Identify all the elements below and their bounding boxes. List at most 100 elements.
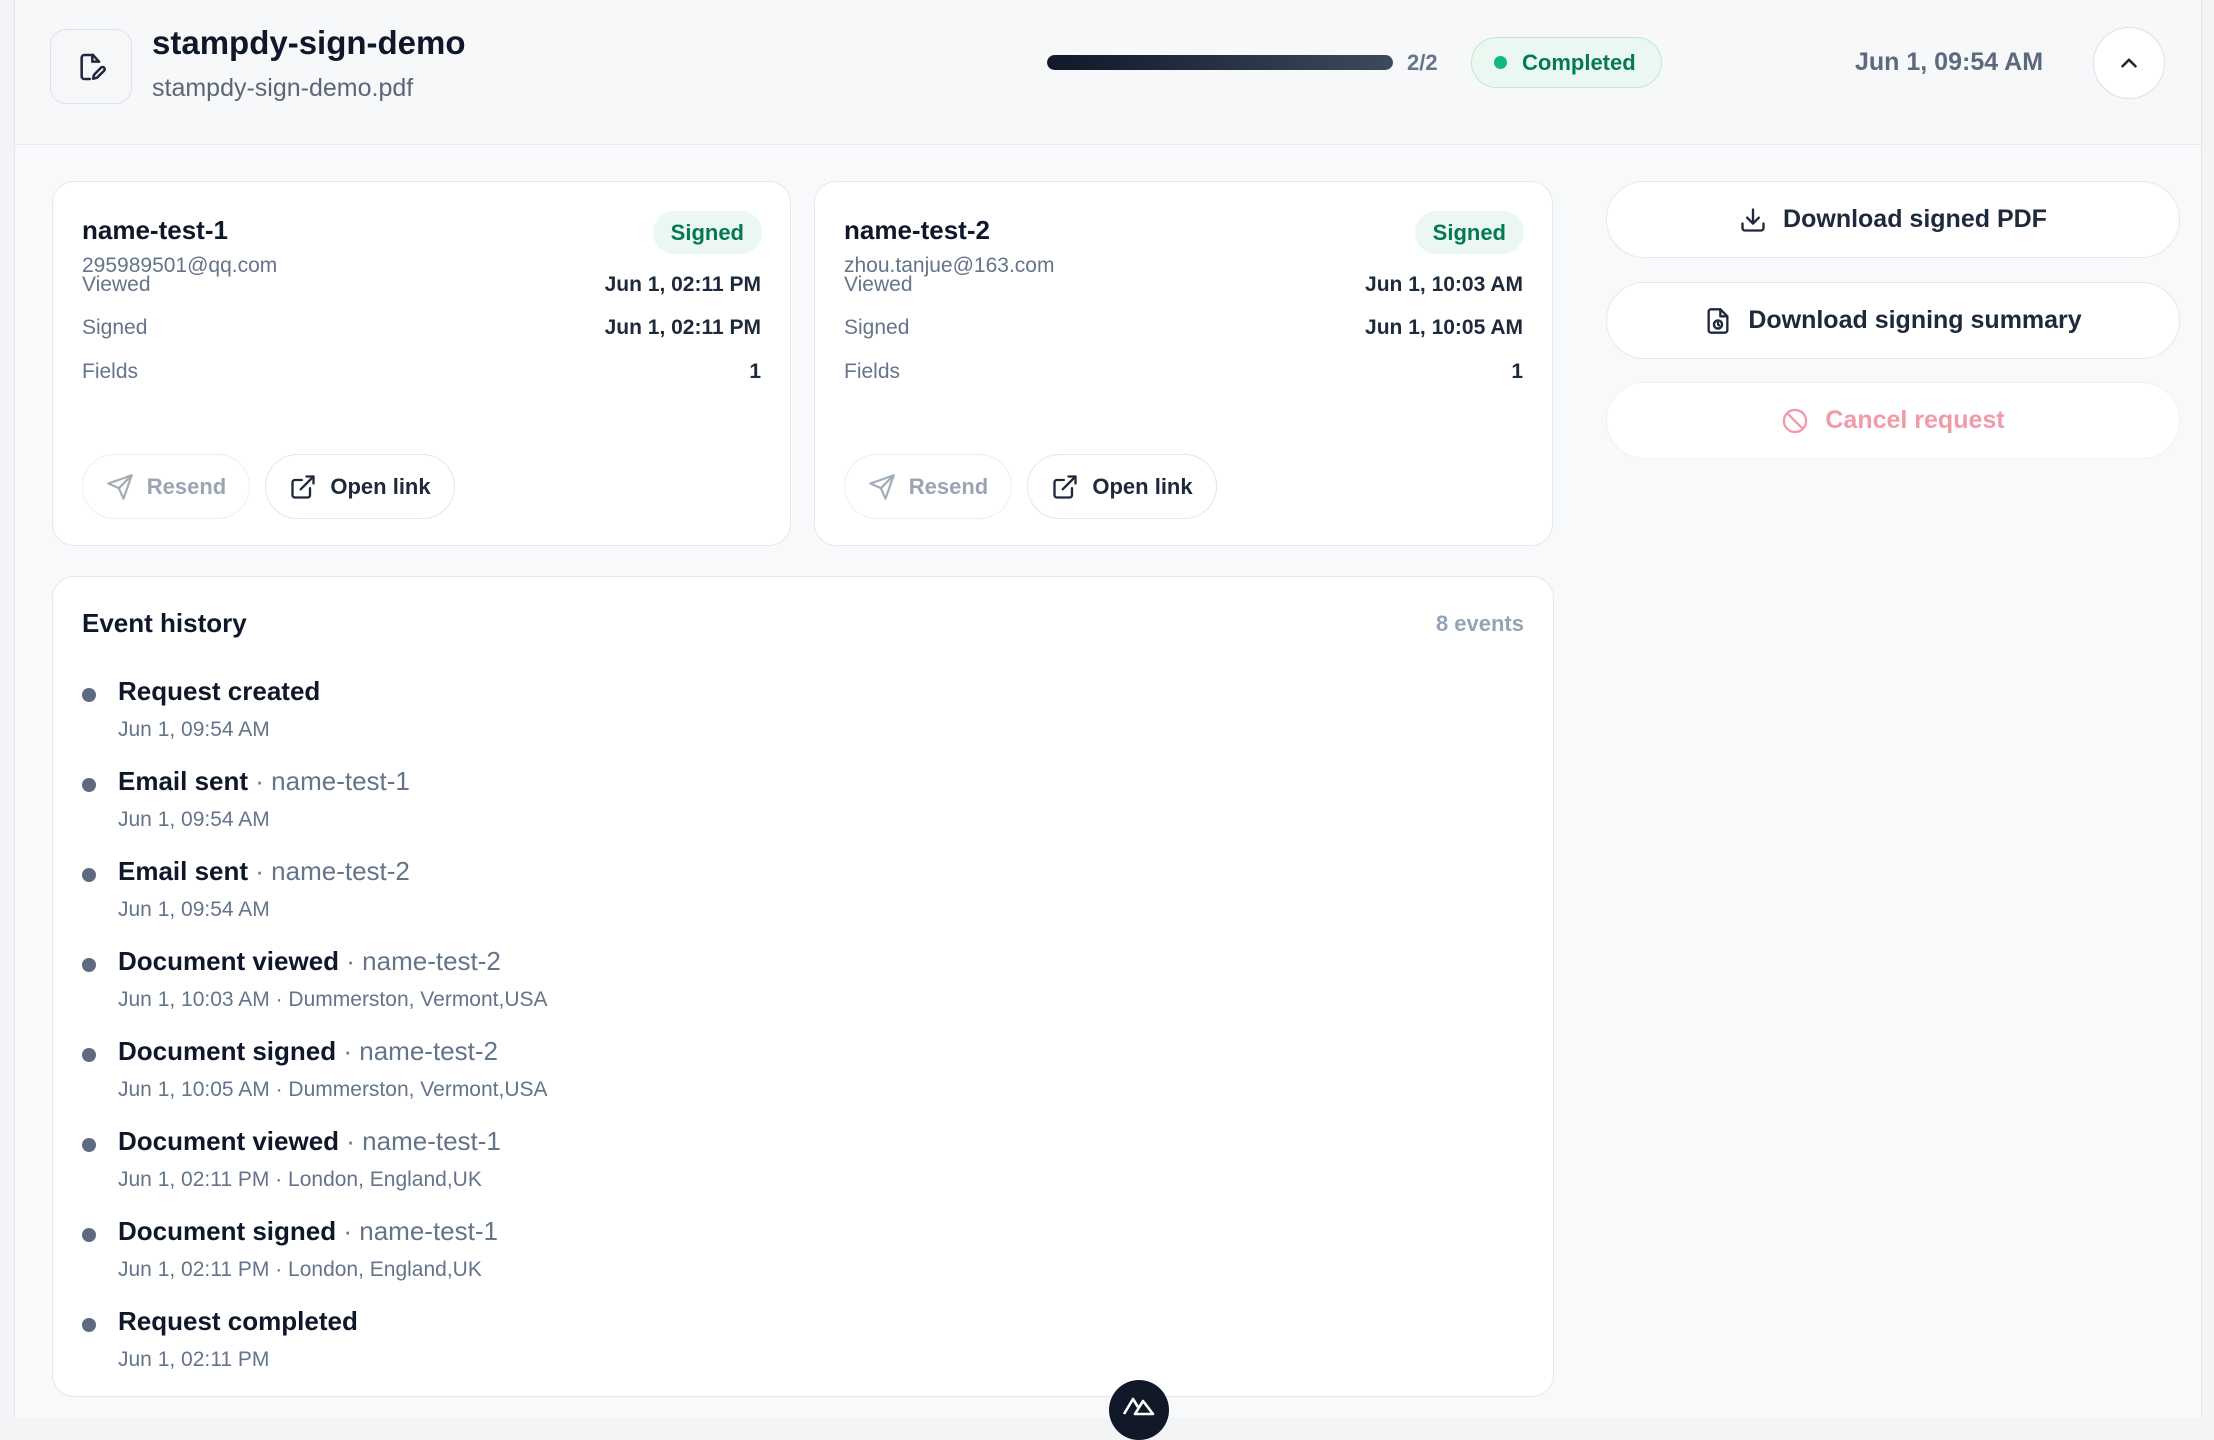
open-link-button[interactable]: Open link (265, 454, 455, 519)
event-heading: Document signed · name-test-1 (118, 1216, 498, 1247)
timeline-dot-icon (82, 778, 96, 792)
event-actor: name-test-1 (359, 1216, 498, 1246)
signer-name: name-test-2 (844, 215, 990, 245)
signer-card: name-test-2 zhou.tanjue@163.com Signed V… (814, 181, 1553, 546)
timeline-dot-icon (82, 688, 96, 702)
fields-value: 1 (749, 360, 761, 383)
timeline-dot-icon (82, 1048, 96, 1062)
request-date: Jun 1, 09:54 AM (1855, 48, 2044, 76)
event-heading: Document signed · name-test-2 (118, 1036, 498, 1067)
event-meta: Jun 1, 02:11 PM (118, 1348, 270, 1371)
viewed-row: Viewed Jun 1, 02:11 PM (82, 270, 761, 300)
fields-value: 1 (1511, 360, 1523, 383)
event-item: Document signed · name-test-1 Jun 1, 02:1… (82, 1216, 1482, 1296)
resend-button[interactable]: Resend (844, 454, 1012, 519)
signing-progress-count: 2/2 (1407, 50, 1438, 75)
event-title: Document signed (118, 1036, 337, 1066)
event-heading: Document viewed · name-test-1 (118, 1126, 501, 1157)
viewed-value: Jun 1, 02:11 PM (604, 273, 761, 296)
event-separator: · (248, 856, 272, 886)
send-icon (106, 473, 133, 500)
chevron-up-icon (2121, 58, 2137, 68)
event-meta: Jun 1, 10:05 AM · Dummerston, Vermont,US… (118, 1078, 548, 1101)
signed-row: Signed Jun 1, 10:05 AM (844, 313, 1523, 343)
signed-value: Jun 1, 02:11 PM (604, 316, 761, 339)
timeline-dot-icon (82, 868, 96, 882)
viewed-value: Jun 1, 10:03 AM (1365, 273, 1523, 296)
event-separator: · (339, 1126, 363, 1156)
event-history-title: Event history (82, 608, 247, 638)
event-item: Document signed · name-test-2 Jun 1, 10:0… (82, 1036, 1482, 1116)
request-title: stampdy-sign-demo (152, 24, 466, 61)
signer-name: name-test-1 (82, 215, 228, 245)
resend-button[interactable]: Resend (82, 454, 250, 519)
event-meta: Jun 1, 09:54 AM (118, 718, 270, 741)
viewed-label: Viewed (844, 273, 913, 296)
event-heading: Request created (118, 676, 320, 707)
external-link-icon (1053, 474, 1078, 499)
event-item: Document viewed · name-test-1 Jun 1, 02:1… (82, 1126, 1482, 1206)
signer-status-badge: Signed (1414, 211, 1524, 254)
event-actor: name-test-2 (362, 946, 501, 976)
event-heading: Email sent · name-test-1 (118, 766, 410, 797)
event-item: Request completed Jun 1, 02:11 PM (82, 1306, 1482, 1386)
open-link-label: Open link (1092, 473, 1193, 499)
download-signing-summary-button[interactable]: Download signing summary (1606, 282, 2180, 359)
fields-row: Fields 1 (844, 357, 1523, 387)
signer-card: name-test-1 295989501@qq.com Signed View… (52, 181, 791, 546)
event-heading: Request completed (118, 1306, 358, 1337)
viewed-row: Viewed Jun 1, 10:03 AM (844, 270, 1523, 300)
event-meta: Jun 1, 09:54 AM (118, 898, 270, 921)
signed-row: Signed Jun 1, 02:11 PM (82, 313, 761, 343)
event-history-card: Event history 8 events Request created Ju… (52, 576, 1554, 1397)
send-icon (868, 473, 895, 500)
signing-progress-fill (1047, 55, 1393, 70)
event-title: Email sent (118, 766, 249, 796)
event-item: Request created Jun 1, 09:54 AM (82, 676, 1482, 756)
event-title: Email sent (118, 856, 249, 886)
ban-icon (1783, 408, 1808, 433)
signing-progress-bar (1047, 55, 1393, 70)
timeline-dot-icon (82, 958, 96, 972)
timeline-dot-icon (82, 1318, 96, 1332)
collapse-button[interactable] (2093, 27, 2165, 99)
event-meta: Jun 1, 02:11 PM · London, England,UK (118, 1168, 482, 1191)
signer-status-badge: Signed (652, 211, 762, 254)
cancel-request-button[interactable]: Cancel request (1606, 382, 2180, 459)
signed-label: Signed (844, 316, 910, 339)
event-item: Document viewed · name-test-2 Jun 1, 10:0… (82, 946, 1482, 1026)
event-title: Request completed (118, 1306, 358, 1336)
event-title: Document signed (118, 1216, 337, 1246)
download-icon (1741, 207, 1765, 232)
event-heading: Document viewed · name-test-2 (118, 946, 501, 977)
download-signed-pdf-label: Download signed PDF (1783, 205, 2047, 233)
event-title: Document viewed (118, 1126, 340, 1156)
open-link-label: Open link (330, 473, 431, 499)
event-item: Email sent · name-test-2 Jun 1, 09:54 AM (82, 856, 1482, 936)
resend-label: Resend (908, 473, 989, 499)
event-title: Request created (118, 676, 321, 706)
fields-label: Fields (82, 360, 139, 383)
event-separator: · (336, 1036, 360, 1066)
fields-label: Fields (844, 360, 901, 383)
external-link-icon (291, 474, 316, 499)
status-dot-icon (1494, 56, 1507, 69)
file-name: stampdy-sign-demo.pdf (152, 74, 414, 102)
event-actor: name-test-2 (359, 1036, 498, 1066)
event-separator: · (339, 946, 363, 976)
status-label: Completed (1522, 49, 1636, 75)
event-meta: Jun 1, 02:11 PM · London, England,UK (118, 1258, 482, 1281)
event-actor: name-test-1 (362, 1126, 501, 1156)
timeline-dot-icon (82, 1138, 96, 1152)
fields-row: Fields 1 (82, 357, 761, 387)
cancel-request-label: Cancel request (1825, 406, 2005, 434)
event-actor: name-test-2 (271, 856, 410, 886)
event-count: 8 events (1435, 611, 1524, 636)
signed-value: Jun 1, 10:05 AM (1365, 316, 1523, 339)
download-signing-summary-label: Download signing summary (1748, 306, 2082, 334)
download-signed-pdf-button[interactable]: Download signed PDF (1606, 181, 2180, 258)
devtools-button[interactable] (1109, 1380, 1169, 1440)
event-separator: · (248, 766, 272, 796)
request-detail-panel: stampdy-sign-demo stampdy-sign-demo.pdf … (14, 0, 2202, 1440)
open-link-button[interactable]: Open link (1027, 454, 1217, 519)
